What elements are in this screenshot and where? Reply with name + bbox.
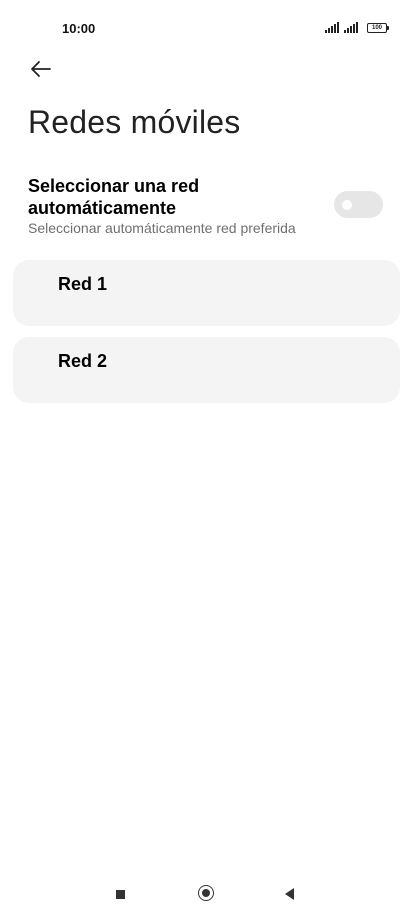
toggle-knob <box>342 200 352 210</box>
back-arrow-icon[interactable] <box>28 56 54 82</box>
network-item-red-1[interactable]: Red 1 <box>13 260 400 326</box>
auto-select-toggle[interactable] <box>334 191 383 218</box>
back-icon[interactable] <box>285 888 294 900</box>
signal-icon <box>325 22 339 33</box>
home-icon-dot <box>201 888 210 897</box>
navigation-bar <box>0 872 412 915</box>
auto-select-subtitle: Seleccionar automáticamente red preferid… <box>28 220 296 236</box>
battery-tip <box>387 26 389 30</box>
recents-icon[interactable] <box>116 890 125 899</box>
network-item-red-2[interactable]: Red 2 <box>13 337 400 403</box>
network-label: Red 2 <box>58 351 108 371</box>
battery-icon: 100 <box>367 23 387 33</box>
signal-icon-2 <box>344 22 358 33</box>
status-bar: 10:00 100 <box>0 0 412 50</box>
auto-select-title: Seleccionar una red automáticamente <box>28 176 200 218</box>
battery-level: 100 <box>371 25 382 31</box>
page-title: Redes móviles <box>28 104 241 140</box>
home-icon[interactable] <box>198 885 214 901</box>
auto-select-row[interactable]: Seleccionar una red automáticamente Sele… <box>28 175 388 245</box>
status-time: 10:00 <box>62 21 96 36</box>
network-label: Red 1 <box>58 274 108 294</box>
